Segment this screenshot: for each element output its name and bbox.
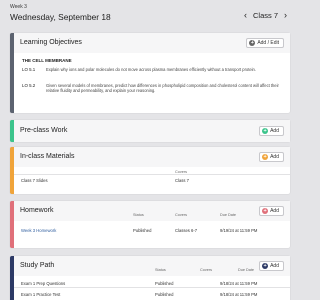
column-header-due: Due Date	[238, 268, 255, 272]
plus-icon: +	[262, 154, 269, 160]
add-label: Add	[270, 128, 279, 134]
card-title: Study Path	[20, 262, 55, 269]
date-title: Wednesday, September 18	[10, 12, 111, 22]
add-edit-label: Add / Edit	[257, 40, 279, 46]
column-header-due: Due Date	[220, 213, 237, 217]
add-button[interactable]: + Add	[259, 206, 284, 216]
card-header: Learning Objectives + Add / Edit	[14, 33, 290, 53]
item-name[interactable]: Exam 1 Practice Test	[21, 292, 60, 297]
card-header: In-class Materials + Add	[14, 147, 290, 167]
objectives-section-heading: THE CELL MEMBRANE	[22, 58, 72, 63]
card-title: Learning Objectives	[20, 39, 82, 46]
class-label: Class 7	[252, 10, 278, 20]
add-label: Add	[270, 208, 279, 214]
card-title: In-class Materials	[20, 153, 75, 160]
card-header: Pre-class Work + Add	[14, 120, 290, 142]
objective-text: Explain why ions and polar molecules do …	[46, 67, 256, 72]
plus-icon: +	[262, 263, 269, 269]
card-title: Homework	[20, 207, 54, 214]
learning-objectives-card: Learning Objectives + Add / Edit THE CEL…	[10, 33, 290, 113]
column-header-status: Status	[155, 268, 166, 272]
divider	[14, 174, 290, 175]
column-header-status: Status	[133, 213, 144, 217]
add-button[interactable]: + Add	[259, 152, 284, 162]
plus-icon: +	[262, 208, 269, 214]
add-button[interactable]: + Add	[259, 261, 284, 271]
item-due: 9/19/24 at 11:59 PM	[220, 228, 258, 233]
objective-text: Given several models of membranes, predi…	[46, 83, 279, 94]
item-name: Class 7 Slides	[21, 178, 48, 183]
add-label: Add	[270, 263, 279, 269]
item-covers: Classes 6-7	[175, 228, 198, 233]
chevron-right-icon[interactable]: ›	[279, 10, 292, 20]
divider	[14, 287, 290, 288]
item-due: 9/18/24 at 11:59 PM	[220, 281, 258, 286]
homework-card: Homework + Add Status Covers Due Date We…	[10, 201, 290, 248]
page-header: Week 3 Wednesday, September 18 ‹ Class 7…	[0, 0, 300, 29]
card-header: Study Path + Add	[14, 256, 290, 276]
item-name[interactable]: Exam 1 Prep Questions	[21, 281, 65, 286]
item-status: Published	[155, 292, 174, 297]
column-header-covers: Covers	[175, 213, 188, 217]
preclass-work-card: Pre-class Work + Add	[10, 120, 290, 142]
add-label: Add	[270, 154, 279, 160]
inclass-materials-card: In-class Materials + Add Covers Class 7 …	[10, 147, 290, 194]
item-status: Published	[155, 281, 174, 286]
add-button[interactable]: + Add	[259, 126, 284, 136]
item-name[interactable]: Week 3 Homework	[21, 228, 56, 233]
objective-code: LO 5.2	[22, 83, 36, 88]
card-header: Homework + Add	[14, 201, 290, 221]
week-label: Week 3	[10, 4, 27, 10]
column-header-covers: Covers	[200, 268, 213, 272]
card-title: Pre-class Work	[20, 127, 68, 134]
item-covers: Class 7	[175, 178, 189, 183]
study-path-card: Study Path + Add Status Covers Due Date …	[10, 256, 290, 300]
chevron-left-icon[interactable]: ‹	[239, 10, 252, 20]
objective-code: LO 5.1	[22, 67, 36, 72]
item-status: Published	[133, 228, 152, 233]
class-navigator: ‹ Class 7 ›	[239, 10, 292, 20]
add-edit-button[interactable]: + Add / Edit	[246, 38, 284, 48]
plus-icon: +	[249, 40, 256, 46]
plus-icon: +	[262, 128, 269, 134]
item-due: 9/18/24 at 11:59 PM	[220, 292, 258, 297]
